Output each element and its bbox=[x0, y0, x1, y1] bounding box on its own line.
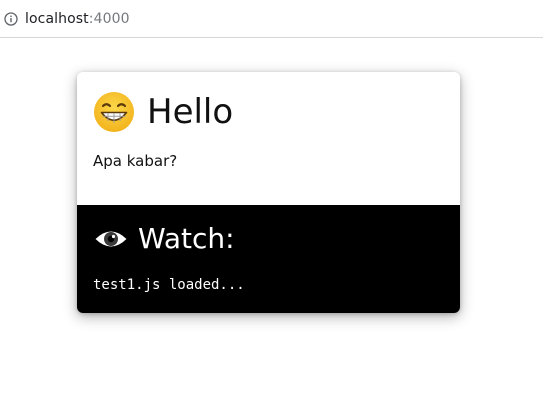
watch-title: Watch: bbox=[138, 222, 235, 255]
hello-title: Hello bbox=[147, 92, 234, 132]
info-icon[interactable] bbox=[4, 11, 18, 26]
card: Hello Apa kabar? Watch: test1.js loaded.… bbox=[77, 72, 460, 313]
url-host: localhost bbox=[25, 10, 89, 27]
eye-icon bbox=[94, 228, 128, 250]
hello-section: Hello Apa kabar? bbox=[77, 72, 460, 205]
watch-heading: Watch: bbox=[94, 220, 235, 258]
url-text[interactable]: localhost:4000 bbox=[25, 11, 130, 27]
grinning-face-icon bbox=[93, 91, 135, 133]
hello-message: Apa kabar? bbox=[93, 152, 178, 170]
watch-section: Watch: test1.js loaded... bbox=[77, 205, 460, 313]
url-port: :4000 bbox=[88, 10, 130, 27]
browser-address-bar: localhost:4000 bbox=[0, 0, 543, 38]
hello-heading: Hello bbox=[93, 90, 233, 134]
url-field[interactable]: localhost:4000 bbox=[0, 0, 543, 37]
watch-log: test1.js loaded... bbox=[93, 277, 245, 293]
